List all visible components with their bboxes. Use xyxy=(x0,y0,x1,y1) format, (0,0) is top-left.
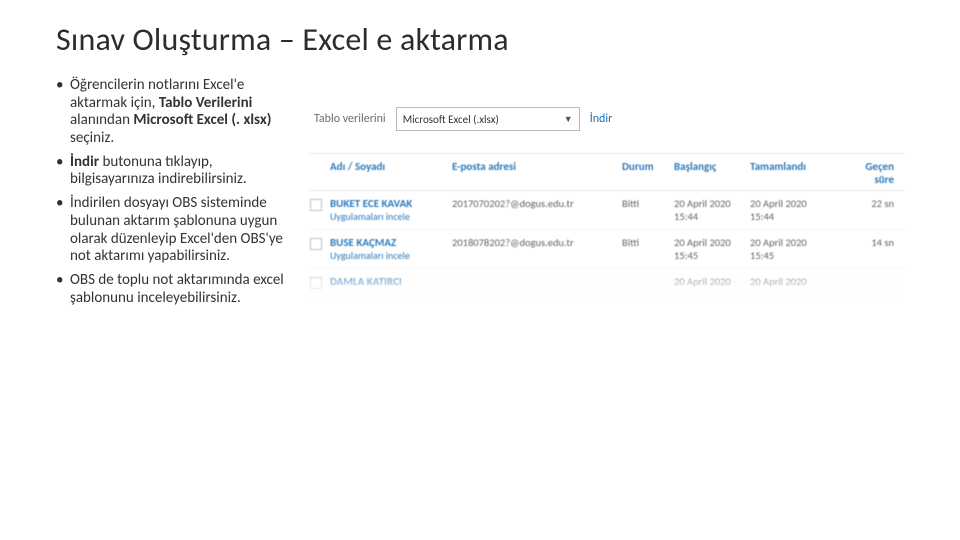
bullet-list: Öğrencilerin notlarını Excel'e aktarmak … xyxy=(56,77,284,313)
table-row: DAMLA KATIRCI 20 April 2020 20 April 202… xyxy=(310,269,904,296)
table-row: BUSE KAÇMAZ Uygulamaları incele 20180782… xyxy=(310,230,904,269)
col-start[interactable]: Başlangıç xyxy=(674,160,748,173)
bullet-4: OBS de toplu not aktarımında excel şablo… xyxy=(56,272,284,307)
done-cell: 20 April 202015:45 xyxy=(750,236,836,262)
results-table: Adı / Soyadı E-posta adresi Durum Başlan… xyxy=(310,153,904,296)
row-checkbox[interactable] xyxy=(310,238,322,250)
start-cell: 20 April 202015:45 xyxy=(674,236,748,262)
student-email: 2017070202?@dogus.edu.tr xyxy=(452,197,620,210)
bullet-1: Öğrencilerin notlarını Excel'e aktarmak … xyxy=(56,77,284,148)
row-checkbox[interactable] xyxy=(310,277,322,289)
done-cell: 20 April 202015:44 xyxy=(750,197,836,223)
export-format-value: Microsoft Excel (.xlsx) xyxy=(403,113,499,126)
done-cell: 20 April 2020 xyxy=(750,275,836,288)
start-cell: 20 April 202015:44 xyxy=(674,197,748,223)
student-name: BUKET ECE KAVAK xyxy=(330,197,450,210)
status-cell: Bitti xyxy=(622,236,672,249)
col-status[interactable]: Durum xyxy=(622,160,672,173)
col-elapsed[interactable]: Geçen süre xyxy=(838,160,894,186)
download-link[interactable]: İndir xyxy=(590,112,613,126)
student-name: DAMLA KATIRCI xyxy=(330,275,450,288)
bullet-3: İndirilen dosyayı OBS sisteminde bulunan… xyxy=(56,195,284,266)
export-format-select[interactable]: Microsoft Excel (.xlsx) ▼ xyxy=(396,107,580,131)
review-link[interactable]: Uygulamaları incele xyxy=(330,249,450,262)
export-label: Tablo verilerini xyxy=(314,112,386,126)
elapsed-cell: 14 sn xyxy=(838,236,894,249)
col-name[interactable]: Adı / Soyadı xyxy=(330,160,450,173)
start-cell: 20 April 2020 xyxy=(674,275,748,288)
page-title: Sınav Oluşturma – Excel e aktarma xyxy=(56,20,904,59)
col-done[interactable]: Tamamlandı xyxy=(750,160,836,173)
student-name: BUSE KAÇMAZ xyxy=(330,236,450,249)
row-checkbox[interactable] xyxy=(310,199,322,211)
bullet-2: İndir butonuna tıklayıp, bilgisayarınıza… xyxy=(56,154,284,189)
table-row: BUKET ECE KAVAK Uygulamaları incele 2017… xyxy=(310,191,904,230)
status-cell: Bitti xyxy=(622,197,672,210)
col-email[interactable]: E-posta adresi xyxy=(452,160,620,173)
review-link[interactable]: Uygulamaları incele xyxy=(330,210,450,223)
elapsed-cell: 22 sn xyxy=(838,197,894,210)
chevron-down-icon: ▼ xyxy=(564,114,573,125)
screenshot-panel: Tablo verilerini Microsoft Excel (.xlsx)… xyxy=(310,107,904,313)
student-email: 2018078202?@dogus.edu.tr xyxy=(452,236,620,249)
